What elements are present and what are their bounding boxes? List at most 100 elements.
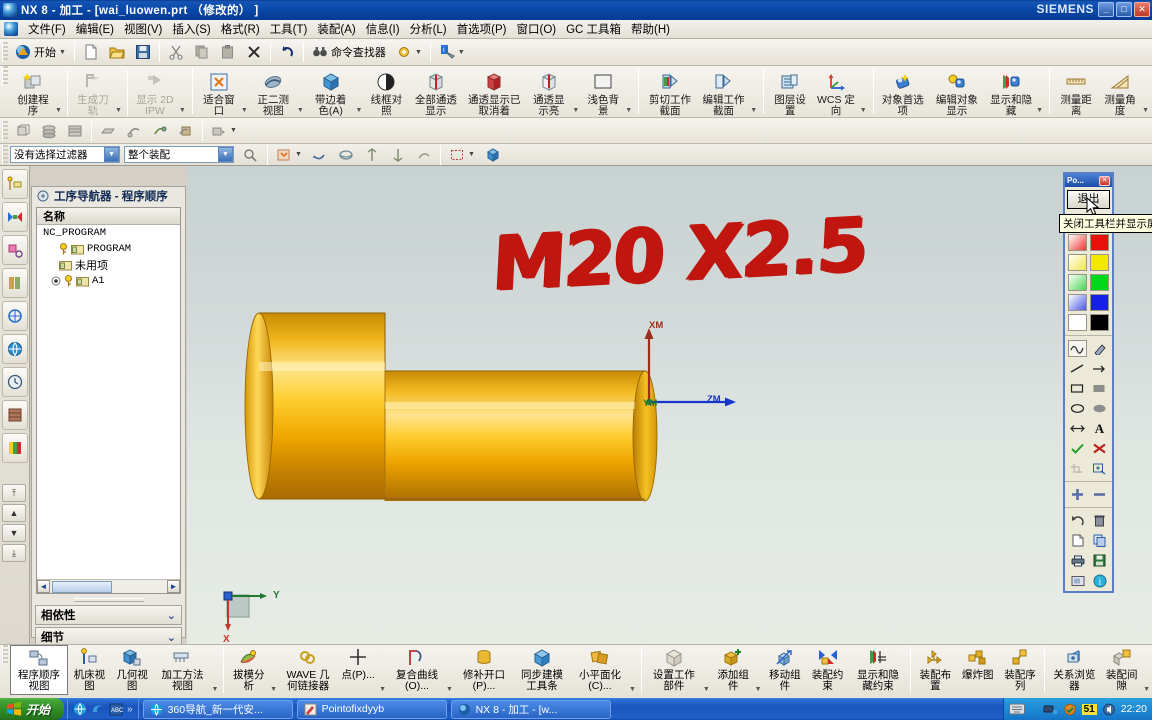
crop-icon[interactable]	[1068, 460, 1087, 477]
show-hide-constraints-button[interactable]: 显示和隐藏约束	[849, 645, 907, 695]
point-button[interactable]: 点(P)...	[337, 645, 379, 695]
menu-tools[interactable]: 工具(T)	[265, 20, 313, 38]
edge-icon[interactable]	[91, 702, 105, 716]
scroll-down-button[interactable]: ▼	[2, 524, 26, 542]
save-icon[interactable]	[1090, 552, 1109, 569]
select-general-button[interactable]	[238, 144, 264, 166]
color-swatch-green[interactable]	[1090, 274, 1109, 291]
paste-button[interactable]	[215, 41, 241, 63]
floatbar-title-bar[interactable]: Po... ✕	[1065, 174, 1112, 187]
relation-browser-button[interactable]: 关系浏览器	[1048, 645, 1100, 695]
menu-information[interactable]: 信息(I)	[361, 20, 405, 38]
color-swatch-yellow[interactable]	[1090, 254, 1109, 271]
select-curve-button[interactable]	[359, 144, 385, 166]
color-swatch-green-gradient[interactable]	[1068, 274, 1087, 291]
ie-browser-icon[interactable]	[73, 702, 87, 716]
navigator-tree[interactable]: 名称 NC_PROGRAM PROGRAM 未用项 A1 ◄ ►	[36, 207, 181, 594]
transparent-bright-dropdown[interactable]: ▼	[572, 68, 581, 116]
color-swatch-yellow-gradient[interactable]	[1068, 254, 1087, 271]
assembly-clearance-dropdown[interactable]: ▼	[1143, 645, 1152, 695]
toolbar-grip[interactable]	[2, 645, 8, 665]
copy-icon[interactable]	[1090, 532, 1109, 549]
measure-angle-dropdown[interactable]: ▼	[1142, 68, 1151, 116]
eraser-icon[interactable]	[1090, 340, 1109, 357]
color-swatch-blue-gradient[interactable]	[1068, 294, 1087, 311]
menu-preferences[interactable]: 首选项(P)	[452, 20, 512, 38]
extrude-button[interactable]	[10, 120, 36, 142]
machining-method-dropdown[interactable]: ▼	[211, 645, 220, 695]
toolbar-grip[interactable]	[2, 144, 8, 165]
keyboard-language-icon[interactable]	[1008, 703, 1025, 715]
cut-button[interactable]	[163, 41, 189, 63]
shell-button[interactable]	[36, 120, 62, 142]
more-chevron-icon[interactable]: »	[127, 704, 133, 715]
taskbar-item-360nav[interactable]: 360导航_新一代安...	[142, 699, 293, 719]
trash-icon[interactable]	[1090, 512, 1109, 529]
light-background-dropdown[interactable]: ▼	[625, 68, 634, 116]
add-component-dropdown[interactable]: ▼	[755, 645, 764, 695]
radio-marker-icon[interactable]	[51, 276, 61, 286]
generate-toolpath-dropdown[interactable]: ▼	[115, 68, 124, 116]
more-solids-button[interactable]: ▼	[206, 120, 242, 142]
layer-settings-button[interactable]: 图层设置	[768, 68, 812, 117]
shaded-edges-dropdown[interactable]: ▼	[355, 68, 364, 116]
toolbar-grip[interactable]	[2, 120, 8, 141]
sidebar-item-web-browser[interactable]	[2, 334, 28, 364]
scroll-up-button[interactable]: ▲	[2, 504, 26, 522]
dependencies-section-header[interactable]: 相依性 ⌄	[35, 605, 182, 625]
object-preferences-button[interactable]: 对象首选项	[878, 68, 928, 117]
volume-icon[interactable]	[1102, 703, 1116, 716]
rectangle-outline-icon[interactable]	[1068, 380, 1087, 397]
toolbar-grip[interactable]	[2, 42, 8, 62]
all-transparent-button[interactable]: 全部通透显示	[408, 68, 463, 117]
menu-view[interactable]: 视图(V)	[119, 20, 167, 38]
close-button[interactable]: ✕	[1134, 2, 1150, 17]
check-mark-icon[interactable]	[1068, 440, 1087, 457]
show-2d-ipw-button[interactable]: 显示 2D IPW	[131, 68, 179, 117]
rectangle-filled-icon[interactable]	[1090, 380, 1109, 397]
clock-label[interactable]: 22:20	[1121, 703, 1147, 715]
machine-tool-view-button[interactable]: 机床视图	[68, 645, 111, 695]
zoom-out-icon[interactable]	[1090, 486, 1109, 503]
sidebar-item-part-navigator[interactable]	[2, 235, 28, 265]
freehand-pen-icon[interactable]	[1068, 340, 1087, 357]
color-swatch-red-gradient[interactable]	[1068, 234, 1087, 251]
fit-window-dropdown[interactable]: ▼	[241, 68, 250, 116]
save-file-button[interactable]	[130, 41, 156, 63]
minimize-button[interactable]: _	[1098, 2, 1114, 17]
scroll-top-button[interactable]: ⤒	[2, 484, 26, 502]
tree-horizontal-scrollbar[interactable]: ◄ ►	[37, 579, 180, 593]
offset-button[interactable]	[173, 120, 199, 142]
copy-button[interactable]	[189, 41, 215, 63]
geometry-view-button[interactable]: 几何视图	[111, 645, 154, 695]
sidebar-item-hd3d-tools[interactable]	[2, 301, 28, 331]
select-body-button[interactable]	[307, 144, 333, 166]
new-page-icon[interactable]	[1068, 532, 1087, 549]
show-2d-ipw-dropdown[interactable]: ▼	[179, 68, 188, 116]
sidebar-item-materials[interactable]	[2, 400, 28, 430]
show-hide-dropdown[interactable]: ▼	[1036, 68, 1045, 116]
color-swatch-red[interactable]	[1090, 234, 1109, 251]
generate-toolpath-button[interactable]: 生成刀轨	[71, 68, 115, 117]
shaded-edges-button[interactable]: 带边着色(A)	[306, 68, 356, 117]
create-program-button[interactable]: 创建程序	[11, 68, 55, 117]
menu-analysis[interactable]: 分析(L)	[405, 20, 452, 38]
exploded-view-button[interactable]: 爆炸图	[957, 645, 999, 695]
trimetric-view-button[interactable]: 正二测视图	[250, 68, 297, 117]
line-icon[interactable]	[1068, 360, 1087, 377]
start-button[interactable]: 开始	[0, 698, 65, 720]
transparent-bright-button[interactable]: 通透显示亮	[525, 68, 572, 117]
ellipse-filled-icon[interactable]	[1090, 400, 1109, 417]
pointofix-floating-toolbar[interactable]: Po... ✕ 退出	[1063, 172, 1114, 593]
menu-format[interactable]: 格式(R)	[216, 20, 265, 38]
color-swatch-blue[interactable]	[1090, 294, 1109, 311]
show-hide-button[interactable]: 显示和隐藏	[986, 68, 1036, 117]
notification-badge[interactable]: 51	[1081, 703, 1097, 715]
customize-button[interactable]: ▼	[391, 41, 427, 63]
move-component-button[interactable]: 移动组件	[764, 645, 807, 695]
toolbar-grip[interactable]	[2, 66, 8, 86]
set-work-part-dropdown[interactable]: ▼	[703, 645, 712, 695]
shield-icon[interactable]	[1063, 702, 1077, 716]
undo-icon[interactable]	[1068, 512, 1087, 529]
chevron-down-icon[interactable]: ▼	[218, 147, 233, 162]
